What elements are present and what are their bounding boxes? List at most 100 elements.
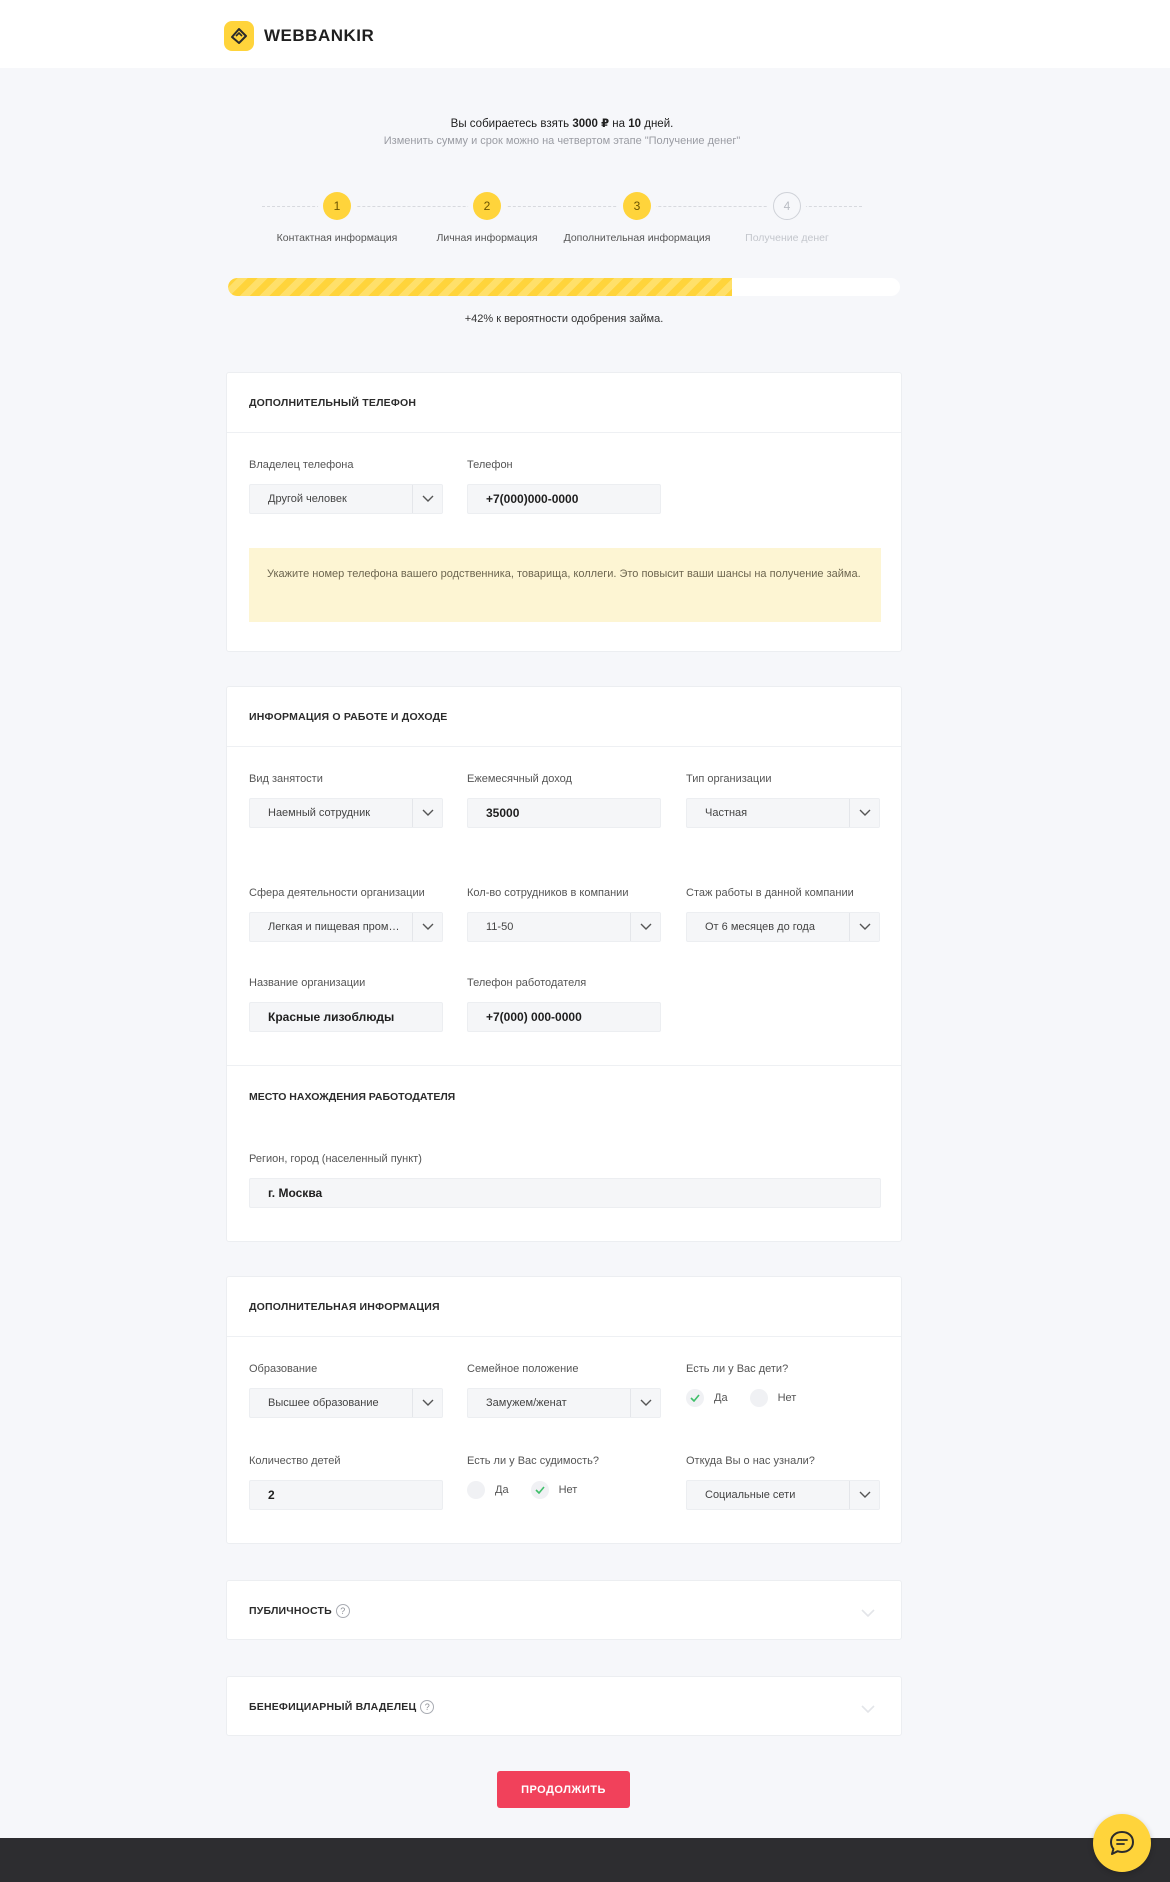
phone-notice: Укажите номер телефона вашего родственни… [249,548,881,622]
industry-select[interactable]: Легкая и пищевая промышленность [249,912,443,942]
referral-source-select[interactable]: Социальные сети [686,1480,880,1510]
field-label: Семейное положение [467,1363,579,1375]
staff-count-select[interactable]: 11-50 [467,912,661,942]
field-label: Количество детей [249,1455,341,1467]
loan-amount: 3000 ₽ [572,118,610,130]
check-icon[interactable] [530,1481,549,1499]
approval-progress-fill [228,278,732,296]
region-input[interactable]: г. Москва [249,1178,881,1208]
section-title: Дополнительная информация [227,1277,901,1337]
field-label: Вид занятости [249,773,323,785]
phone-owner-select[interactable]: Другой человек [249,484,443,514]
tenure-field: Стаж работы в данной компании От 6 месяц… [686,887,880,942]
field-label: Сфера деятельности организации [249,887,425,899]
footer [0,1838,1170,1882]
chevron-down-icon[interactable] [630,1389,660,1417]
education-field: Образование Высшее образование [249,1363,443,1418]
section-title: Информация о работе и доходе [227,687,901,747]
monthly-income-field: Ежемесячный доход 35000 [467,773,661,828]
publicity-card[interactable]: Публичность ? [226,1580,902,1640]
chevron-down-icon[interactable] [861,1605,875,1623]
org-type-field: Тип организации Частная [686,773,880,828]
chevron-down-icon[interactable] [412,913,442,941]
help-icon[interactable]: ? [335,1604,350,1618]
chevron-down-icon[interactable] [412,485,442,513]
children-count-input[interactable]: 2 [249,1480,443,1510]
criminal-yes-radio[interactable]: Да [467,1481,509,1499]
step-number: 1 [323,192,351,220]
step-number: 2 [473,192,501,220]
children-question-field: Есть ли у Вас дети? Да Нет [686,1363,880,1407]
field-label: Ежемесячный доход [467,773,572,785]
field-label: Откуда Вы о нас узнали? [686,1455,815,1467]
children-yes-radio[interactable]: Да [686,1389,728,1407]
children-radio-group: Да Нет [686,1388,818,1408]
radio-empty-icon[interactable] [749,1389,768,1407]
approval-progress-note: +42% к вероятности одобрения займа. [464,313,664,325]
monthly-income-input[interactable]: 35000 [467,798,661,828]
chevron-down-icon[interactable] [849,1481,879,1509]
beneficiary-card[interactable]: Бенефициарный владелец ? [226,1676,902,1736]
employer-location-title: Место нахождения работодателя [249,1091,456,1103]
employer-phone-input[interactable]: +7(000) 000-0000 [467,1002,661,1032]
phone-input[interactable]: +7(000)000-0000 [467,484,661,514]
top-bar: WEBBANKIR [0,0,1170,68]
field-label: Тип организации [686,773,772,785]
publicity-header[interactable]: Публичность ? [227,1581,901,1641]
phone-owner-field: Владелец телефона Другой человек [249,459,443,514]
org-type-select[interactable]: Частная [686,798,880,828]
step-number: 3 [623,192,651,220]
field-label: Владелец телефона [249,459,354,471]
criminal-record-field: Есть ли у Вас судимость? Да Нет [467,1455,661,1499]
chevron-down-icon[interactable] [861,1701,875,1719]
wallet-icon [224,21,254,51]
field-label: Есть ли у Вас дети? [686,1363,789,1375]
continue-button[interactable]: Продолжить [497,1771,630,1808]
org-name-field: Название организации Красные лизоблюды [249,977,443,1032]
section-title: Бенефициарный владелец [249,1701,417,1713]
chat-icon [1110,1831,1134,1855]
chat-button[interactable] [1093,1814,1151,1872]
children-count-field: Количество детей 2 [249,1455,443,1510]
radio-empty-icon[interactable] [467,1481,485,1499]
chevron-down-icon[interactable] [412,799,442,827]
criminal-no-radio[interactable]: Нет [530,1481,577,1499]
children-no-radio[interactable]: Нет [749,1389,796,1407]
chevron-down-icon[interactable] [412,1389,442,1417]
section-title: Публичность [249,1605,332,1617]
field-label: Регион, город (населенный пункт) [249,1153,422,1165]
chevron-down-icon[interactable] [849,913,879,941]
section-title: Дополнительный телефон [227,373,901,433]
staff-count-field: Кол-во сотрудников в компании 11-50 [467,887,661,942]
approval-progress-bar [228,278,900,296]
additional-phone-card: Дополнительный телефон Владелец телефона… [226,372,902,652]
step-2[interactable]: 2 Личная информация [412,190,562,244]
step-1[interactable]: 1 Контактная информация [262,190,412,244]
marital-status-select[interactable]: Замужем/женат [467,1388,661,1418]
marital-status-field: Семейное положение Замужем/женат [467,1363,661,1418]
help-icon[interactable]: ? [420,1700,435,1714]
additional-info-card: Дополнительная информация Образование Вы… [226,1276,902,1544]
step-label: Контактная информация [276,232,398,244]
step-4: 4 Получение денег [712,190,862,244]
step-label: Получение денег [745,232,829,244]
step-number: 4 [773,192,801,220]
chevron-down-icon[interactable] [630,913,660,941]
tenure-select[interactable]: От 6 месяцев до года [686,912,880,942]
field-label: Стаж работы в данной компании [686,887,854,899]
brand-name: WEBBANKIR [264,26,375,45]
chevron-down-icon[interactable] [849,799,879,827]
employment-type-select[interactable]: Наемный сотрудник [249,798,443,828]
field-label: Телефон работодателя [467,977,587,989]
field-label: Есть ли у Вас судимость? [467,1455,599,1467]
check-icon[interactable] [686,1389,704,1407]
org-name-input[interactable]: Красные лизоблюды [249,1002,443,1032]
step-3[interactable]: 3 Дополнительная информация [562,190,712,244]
region-field: Регион, город (населенный пункт) г. Моск… [249,1153,881,1208]
step-label: Личная информация [436,232,538,244]
education-select[interactable]: Высшее образование [249,1388,443,1418]
logo[interactable]: WEBBANKIR [224,21,374,51]
beneficiary-header[interactable]: Бенефициарный владелец ? [227,1677,901,1737]
field-label: Кол-во сотрудников в компании [467,887,629,899]
phone-field: Телефон +7(000)000-0000 [467,459,661,514]
